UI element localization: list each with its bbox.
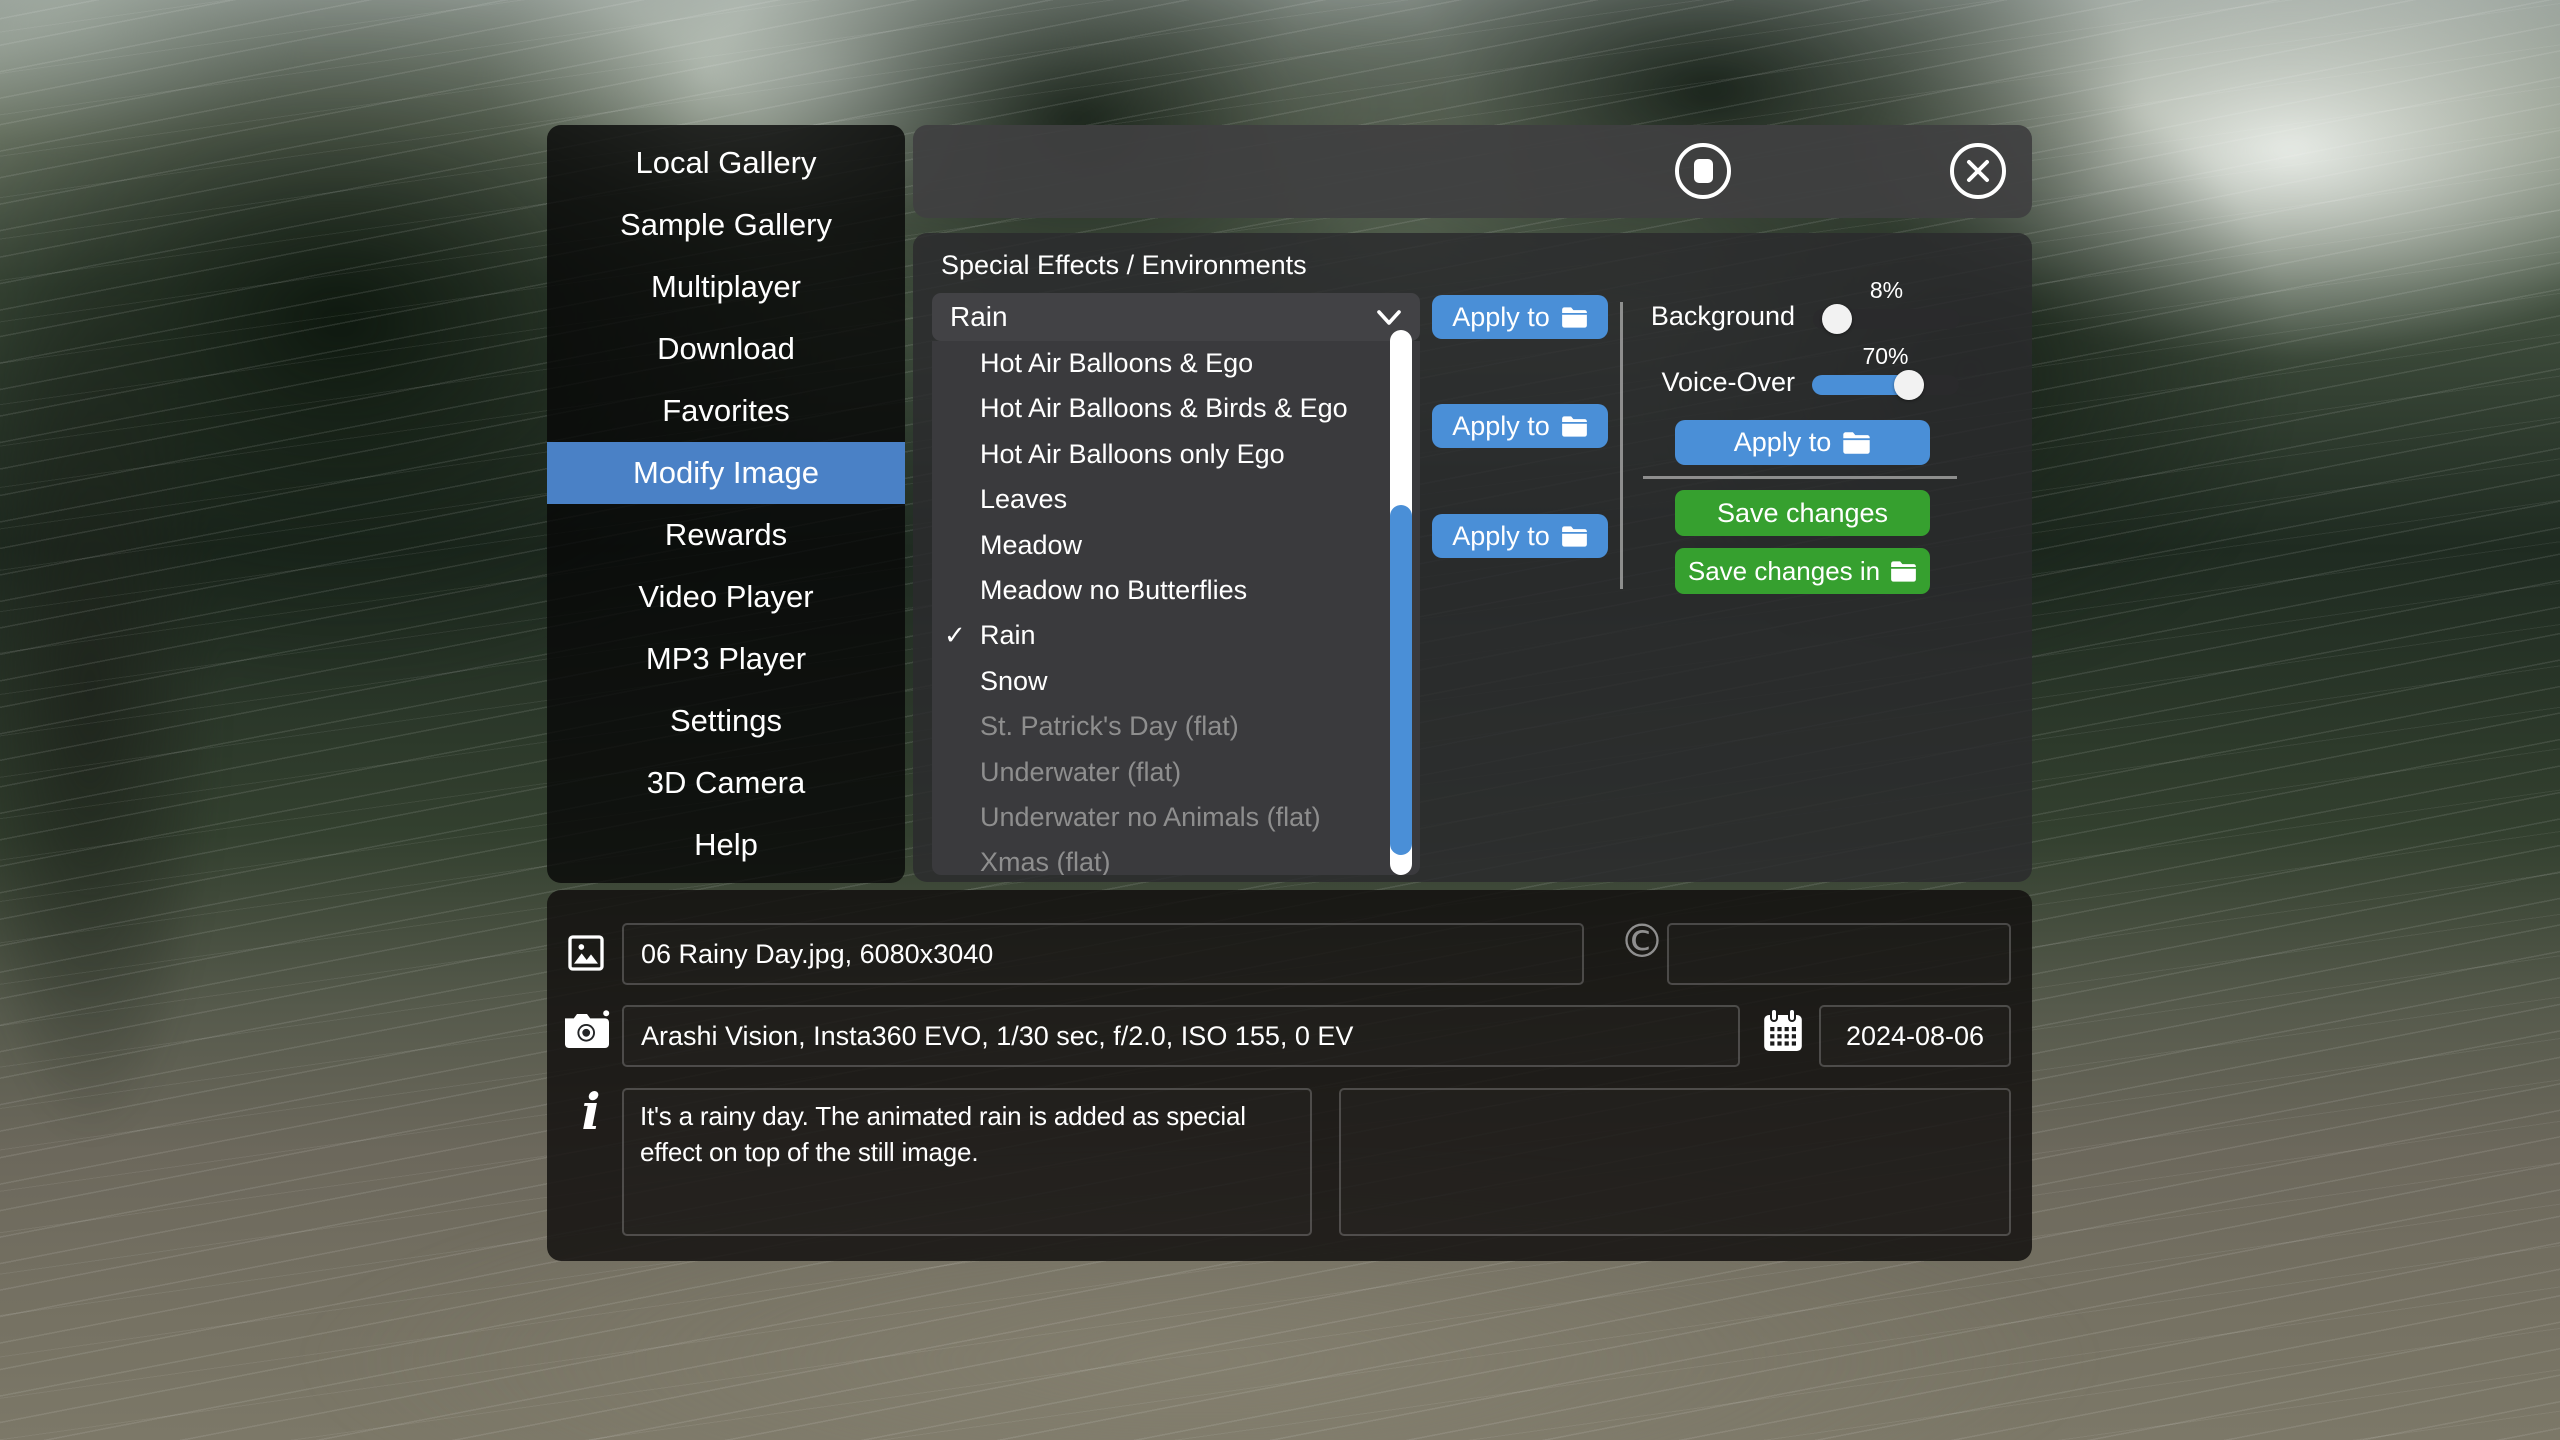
image-details-panel: 06 Rainy Day.jpg, 6080x3040 © Arashi Vis… xyxy=(547,890,2032,1261)
background-slider-knob[interactable] xyxy=(1822,304,1852,334)
copyright-field[interactable] xyxy=(1667,923,2011,985)
save-changes-button[interactable]: Save changes xyxy=(1675,490,1930,536)
image-icon xyxy=(566,933,606,973)
sidebar-item-video-player[interactable]: Video Player xyxy=(547,566,905,628)
environment-option-meadow[interactable]: Meadow xyxy=(932,523,1420,568)
environment-select-value: Rain xyxy=(950,301,1008,333)
panel-title: Special Effects / Environments xyxy=(941,250,1307,281)
stop-icon xyxy=(1694,159,1713,183)
sidebar-item-help[interactable]: Help xyxy=(547,814,905,876)
copyright-icon: © xyxy=(1619,914,1665,968)
special-effects-panel: Special Effects / Environments Rain Hot … xyxy=(913,233,2032,882)
date-field[interactable]: 2024-08-06 xyxy=(1819,1005,2011,1067)
garden-pavilion xyxy=(1975,55,2560,955)
environment-option-hot-air-balloons-birds-ego[interactable]: Hot Air Balloons & Birds & Ego xyxy=(932,386,1420,431)
environment-option-hot-air-balloons-ego[interactable]: Hot Air Balloons & Ego xyxy=(932,341,1420,386)
stop-button[interactable] xyxy=(1675,143,1731,199)
sidebar-item-multiplayer[interactable]: Multiplayer xyxy=(547,256,905,318)
folder-icon xyxy=(1890,560,1917,583)
dropdown-scrollbar[interactable] xyxy=(1390,330,1412,875)
background-volume-slider[interactable] xyxy=(1813,309,1960,329)
voiceover-volume-slider[interactable] xyxy=(1812,375,1959,395)
environment-option-snow[interactable]: Snow xyxy=(932,659,1420,704)
sidebar-item-rewards[interactable]: Rewards xyxy=(547,504,905,566)
vertical-divider xyxy=(1620,302,1623,589)
sidebar-item-favorites[interactable]: Favorites xyxy=(547,380,905,442)
environment-option-rain[interactable]: ✓Rain xyxy=(932,613,1420,658)
sidebar-item-download[interactable]: Download xyxy=(547,318,905,380)
description-field[interactable]: It's a rainy day. The animated rain is a… xyxy=(622,1088,1312,1236)
environment-option-underwater-flat[interactable]: Underwater (flat) xyxy=(932,750,1420,795)
environment-dropdown-list: Hot Air Balloons & EgoHot Air Balloons &… xyxy=(932,341,1420,875)
folder-icon xyxy=(1842,431,1871,455)
camera-info-field[interactable]: Arashi Vision, Insta360 EVO, 1/30 sec, f… xyxy=(622,1005,1740,1067)
environment-option-leaves[interactable]: Leaves xyxy=(932,477,1420,522)
sidebar-item-modify-image[interactable]: Modify Image xyxy=(547,442,905,504)
camera-icon xyxy=(561,1008,613,1052)
save-changes-in-folder-button[interactable]: Save changes in xyxy=(1675,548,1930,594)
background-volume-label: Background xyxy=(1645,301,1795,332)
folder-icon xyxy=(1561,306,1588,329)
environment-option-st-patrick-s-day-flat[interactable]: St. Patrick's Day (flat) xyxy=(932,704,1420,749)
environment-select[interactable]: Rain xyxy=(932,293,1420,341)
voiceover-volume-label: Voice-Over xyxy=(1645,367,1795,398)
apply-to-folder-button-1[interactable]: Apply to xyxy=(1432,295,1608,339)
filename-field[interactable]: 06 Rainy Day.jpg, 6080x3040 xyxy=(622,923,1584,985)
sidebar-item-mp3-player[interactable]: MP3 Player xyxy=(547,628,905,690)
description-field-2[interactable] xyxy=(1339,1088,2011,1236)
folder-icon xyxy=(1561,525,1588,548)
main-menu-sidebar: Local GallerySample GalleryMultiplayerDo… xyxy=(547,125,905,883)
top-toolbar xyxy=(913,125,2032,218)
info-icon: i xyxy=(571,1082,611,1141)
sidebar-item-3d-camera[interactable]: 3D Camera xyxy=(547,752,905,814)
chevron-down-icon xyxy=(1376,309,1402,326)
environment-option-xmas-flat[interactable]: Xmas (flat) xyxy=(932,840,1420,875)
voiceover-volume-value: 70% xyxy=(1812,343,1959,370)
sidebar-item-sample-gallery[interactable]: Sample Gallery xyxy=(547,194,905,256)
apply-to-folder-button-main[interactable]: Apply to xyxy=(1675,420,1930,465)
dropdown-scrollbar-thumb[interactable] xyxy=(1390,505,1412,855)
apply-to-folder-button-2[interactable]: Apply to xyxy=(1432,404,1608,448)
voiceover-slider-knob[interactable] xyxy=(1894,370,1924,400)
sidebar-item-settings[interactable]: Settings xyxy=(547,690,905,752)
folder-icon xyxy=(1561,415,1588,438)
checkmark-icon: ✓ xyxy=(944,613,966,658)
background-volume-value: 8% xyxy=(1813,277,1960,304)
apply-to-folder-button-3[interactable]: Apply to xyxy=(1432,514,1608,558)
close-button[interactable] xyxy=(1950,143,2006,199)
calendar-icon xyxy=(1761,1007,1805,1055)
sidebar-item-local-gallery[interactable]: Local Gallery xyxy=(547,132,905,194)
horizontal-divider xyxy=(1643,476,1957,479)
close-icon xyxy=(1965,158,1991,184)
environment-option-hot-air-balloons-only-ego[interactable]: Hot Air Balloons only Ego xyxy=(932,432,1420,477)
environment-option-underwater-no-animals-flat[interactable]: Underwater no Animals (flat) xyxy=(932,795,1420,840)
environment-option-meadow-no-butterflies[interactable]: Meadow no Butterflies xyxy=(932,568,1420,613)
